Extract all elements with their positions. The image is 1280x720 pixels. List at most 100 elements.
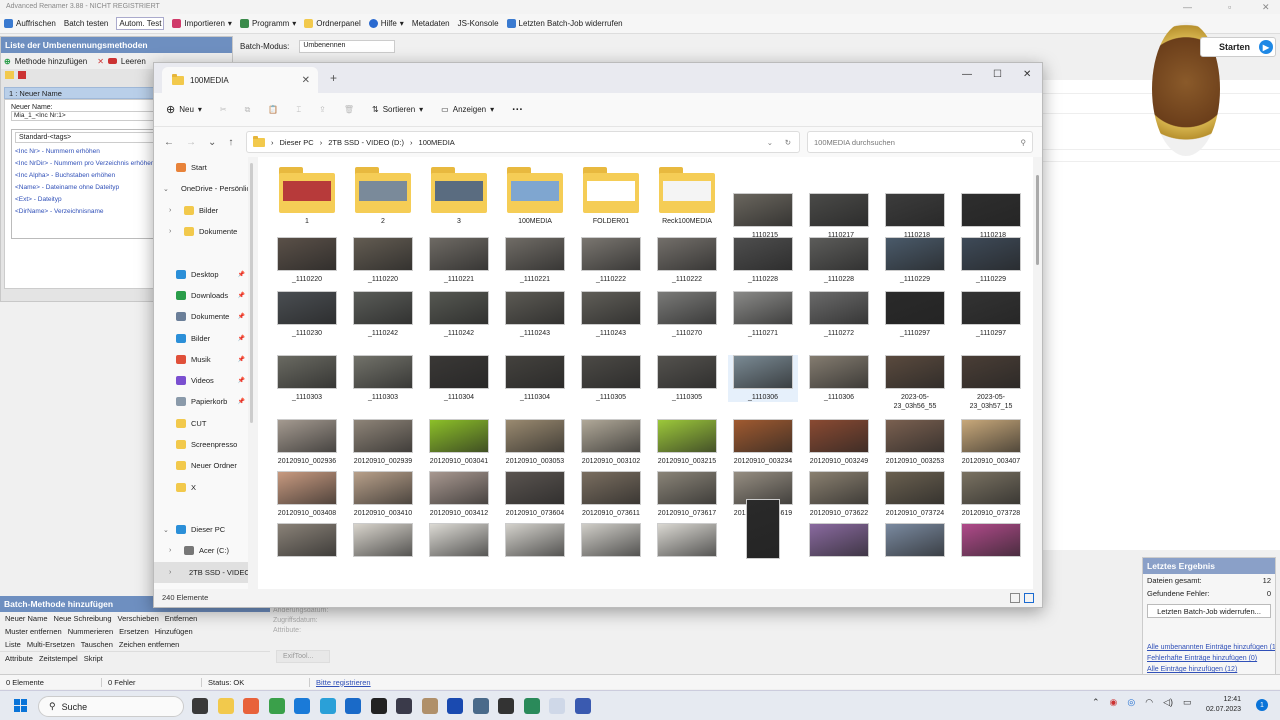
add-errors-link[interactable]: Fehlerhafte Einträge hinzufügen (0) <box>1143 653 1275 664</box>
file-item[interactable]: 20120910_073604 <box>500 471 570 518</box>
file-item[interactable]: _1110242 <box>424 291 494 338</box>
file-item[interactable]: 2023-05-23_03h56_55 <box>880 355 950 411</box>
open-icon[interactable] <box>5 71 14 79</box>
nav-item[interactable]: ⌄ Dieser PC <box>154 519 248 540</box>
nav-item[interactable]: Screenpresso <box>154 434 248 455</box>
file-item[interactable] <box>956 523 1026 557</box>
nav-item[interactable]: Downloads 📌 <box>154 285 248 306</box>
file-item[interactable] <box>500 523 570 557</box>
expand-icon[interactable]: › <box>169 228 171 235</box>
file-item[interactable] <box>576 523 646 557</box>
file-item[interactable]: _1110217 <box>804 193 874 240</box>
app-grid-icon[interactable] <box>472 698 489 714</box>
minimize-icon[interactable]: — <box>962 69 972 80</box>
file-item[interactable] <box>424 523 494 557</box>
folder-item[interactable]: 1 <box>272 167 342 226</box>
obs-icon[interactable] <box>370 698 387 714</box>
more-icon[interactable]: ··· <box>512 104 523 116</box>
explorer-tab[interactable]: 100MEDIA ✕ <box>162 67 318 93</box>
file-item[interactable]: _1110229 <box>880 237 950 284</box>
app-window-icon[interactable] <box>447 698 463 714</box>
rename-icon[interactable]: ⌶ <box>296 105 301 115</box>
windows-start-icon[interactable] <box>14 699 28 713</box>
batch-method-link[interactable]: Zeitstempel <box>39 654 78 663</box>
file-item[interactable]: _1110305 <box>576 355 646 402</box>
folder-item[interactable]: 2 <box>348 167 418 226</box>
breadcrumb-item[interactable]: 2TB SSD - VIDEO (D:) <box>328 138 404 147</box>
share-icon[interactable]: ⇪ <box>319 105 326 114</box>
sort-button[interactable]: ⇅ Sortieren ▾ <box>372 105 423 114</box>
file-item[interactable]: 20120910_073728 <box>956 471 1026 518</box>
file-item[interactable]: _1110222 <box>576 237 646 284</box>
tiles-view-icon[interactable] <box>1024 593 1034 603</box>
batch-method-link[interactable]: Nummerieren <box>68 627 113 636</box>
batch-method-link[interactable]: Muster entfernen <box>5 627 62 636</box>
file-item[interactable]: _1110271 <box>728 291 798 338</box>
batch-method-link[interactable]: Zeichen entfernen <box>119 640 179 649</box>
file-item[interactable]: _1110221 <box>424 237 494 284</box>
nav-item[interactable]: Desktop 📌 <box>154 263 248 284</box>
expand-icon[interactable]: › <box>169 207 171 214</box>
metadata-button[interactable]: Metadaten <box>412 19 450 28</box>
program-menu[interactable]: Programm ▾ <box>239 19 296 28</box>
notification-badge[interactable]: 1 <box>1256 699 1268 711</box>
batch-method-link[interactable]: Liste <box>5 640 21 649</box>
clock[interactable]: 12:41 02.07.2023 <box>1206 695 1241 715</box>
file-item[interactable]: _1110228 <box>804 237 874 284</box>
file-item[interactable]: 20120910_003249 <box>804 419 874 466</box>
expand-icon[interactable]: › <box>169 547 171 554</box>
forward-icon[interactable]: → <box>186 137 196 148</box>
expand-icon[interactable]: ⌄ <box>163 526 169 534</box>
nav-item[interactable]: Papierkorb 📌 <box>154 391 248 412</box>
file-item[interactable]: _1110220 <box>272 237 342 284</box>
help-menu[interactable]: Hilfe ▾ <box>368 19 404 28</box>
save-icon[interactable] <box>18 71 26 79</box>
nav-item[interactable]: Dokumente 📌 <box>154 306 248 327</box>
file-item[interactable]: _1110304 <box>424 355 494 402</box>
batch-method-link[interactable]: Tauschen <box>81 640 113 649</box>
file-item[interactable]: _1110220 <box>348 237 418 284</box>
undo-last-batch-button[interactable]: Letzten Batch-Job widerrufen... <box>1147 604 1271 618</box>
delete-icon[interactable]: 🗑 <box>344 105 354 114</box>
file-item[interactable]: _1110243 <box>576 291 646 338</box>
nav-item[interactable]: ⌄ OneDrive - Persönlich <box>154 178 248 199</box>
js-console-button[interactable]: JS-Konsole <box>458 19 499 28</box>
app-circle-icon[interactable] <box>498 698 514 714</box>
file-item[interactable]: 20120910_002939 <box>348 419 418 466</box>
app-cut-icon[interactable] <box>421 698 438 714</box>
close-icon[interactable]: ✕ <box>1023 69 1031 80</box>
copy-icon[interactable]: ⧉ <box>245 105 251 115</box>
notepad-icon[interactable] <box>549 698 565 714</box>
batch-method-link[interactable]: Entfernen <box>165 614 198 623</box>
telegram-icon[interactable] <box>319 698 336 714</box>
file-item[interactable]: 2023-05-23_03h57_15 <box>956 355 1026 411</box>
folder-item[interactable]: 100MEDIA <box>500 167 570 226</box>
nav-item[interactable]: Bilder 📌 <box>154 327 248 348</box>
expand-icon[interactable]: › <box>169 569 171 576</box>
file-item[interactable]: _1110297 <box>880 291 950 338</box>
nav-item[interactable]: Neuer Ordner <box>154 455 248 476</box>
file-item[interactable] <box>880 523 950 557</box>
app-dark-icon[interactable] <box>396 698 412 714</box>
file-item[interactable] <box>652 523 722 557</box>
close-icon[interactable]: ✕ <box>1262 2 1270 13</box>
nav-item[interactable]: Videos 📌 <box>154 370 248 391</box>
file-item[interactable]: _1110306 <box>804 355 874 402</box>
file-item[interactable] <box>348 523 418 557</box>
nav-item[interactable]: › Bilder <box>154 200 248 221</box>
batch-method-link[interactable]: Neuer Name <box>5 614 48 623</box>
wifi-icon[interactable]: ◠ <box>1145 697 1153 708</box>
taskbar-search[interactable]: ⚲ Suche <box>38 696 184 717</box>
cut-icon[interactable]: ✂ <box>220 105 227 114</box>
nav-item[interactable]: CUT <box>154 413 248 434</box>
batch-method-link[interactable]: Neue Schreibung <box>54 614 112 623</box>
view-button[interactable]: ▭ Anzeigen ▾ <box>441 105 494 114</box>
tray-app-icon[interactable]: ◉ <box>1110 697 1118 708</box>
batch-mode-select[interactable]: Umbenennen <box>299 39 396 53</box>
batch-method-link[interactable]: Attribute <box>5 654 33 663</box>
batch-method-link[interactable]: Skript <box>84 654 103 663</box>
nav-item[interactable]: › Dokumente <box>154 221 248 242</box>
task-view-icon[interactable] <box>192 698 208 714</box>
folder-item[interactable]: FOLDER01 <box>576 167 646 226</box>
file-item[interactable]: 20120910_003215 <box>652 419 722 466</box>
